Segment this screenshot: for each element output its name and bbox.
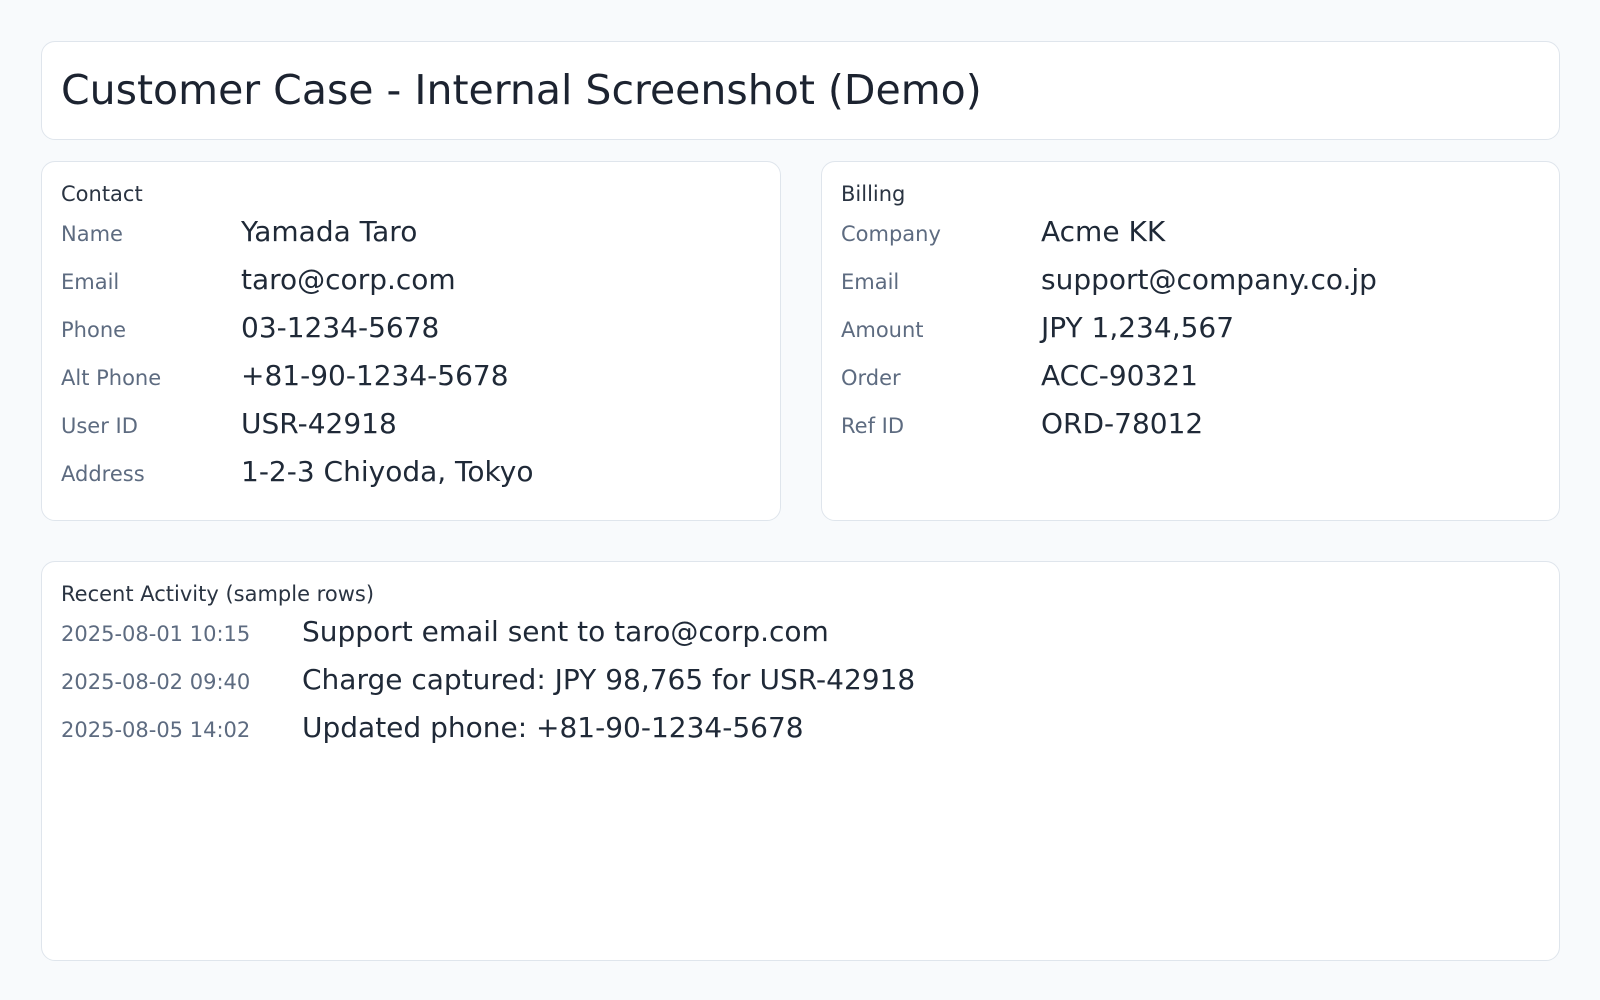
contact-phone-label: Phone [61,318,127,342]
contact-card: Contact Name Yamada Taro Email taro@corp… [41,161,781,521]
contact-name-label: Name [61,222,123,246]
page-title: Customer Case - Internal Screenshot (Dem… [61,66,982,114]
billing-ref-id-value: ORD-78012 [1041,407,1204,440]
contact-name-value: Yamada Taro [241,215,418,248]
contact-row-name: Name Yamada Taro [61,215,761,249]
contact-row-email: Email taro@corp.com [61,263,761,297]
activity-text: Support email sent to taro@corp.com [302,615,829,648]
activity-timestamp: 2025-08-02 09:40 [61,670,251,694]
billing-ref-id-label: Ref ID [841,414,904,438]
contact-phone-value: 03-1234-5678 [241,311,440,344]
billing-amount-value: JPY 1,234,567 [1041,311,1235,344]
contact-email-value: taro@corp.com [241,263,456,296]
activity-row: 2025-08-01 10:15 Support email sent to t… [61,615,1541,649]
activity-text: Charge captured: JPY 98,765 for USR-4291… [302,663,916,696]
billing-email-label: Email [841,270,900,294]
billing-order-label: Order [841,366,901,390]
billing-row-amount: Amount JPY 1,234,567 [841,311,1541,345]
activity-row: 2025-08-05 14:02 Updated phone: +81-90-1… [61,711,1541,745]
contact-row-phone: Phone 03-1234-5678 [61,311,761,345]
activity-text: Updated phone: +81-90-1234-5678 [302,711,804,744]
billing-row-ref-id: Ref ID ORD-78012 [841,407,1541,441]
activity-section-title: Recent Activity (sample rows) [61,582,375,606]
contact-alt-phone-value: +81-90-1234-5678 [241,359,509,392]
contact-row-address: Address 1-2-3 Chiyoda, Tokyo [61,455,761,489]
billing-company-label: Company [841,222,941,246]
activity-timestamp: 2025-08-01 10:15 [61,622,251,646]
contact-alt-phone-label: Alt Phone [61,366,162,390]
contact-email-label: Email [61,270,120,294]
contact-user-id-label: User ID [61,414,138,438]
billing-amount-label: Amount [841,318,924,342]
billing-company-value: Acme KK [1041,215,1166,248]
billing-row-company: Company Acme KK [841,215,1541,249]
billing-row-email: Email support@company.co.jp [841,263,1541,297]
header-card: Customer Case - Internal Screenshot (Dem… [41,41,1560,140]
billing-row-order: Order ACC-90321 [841,359,1541,393]
billing-order-value: ACC-90321 [1041,359,1198,392]
billing-card: Billing Company Acme KK Email support@co… [821,161,1560,521]
billing-email-value: support@company.co.jp [1041,263,1377,296]
billing-section-title: Billing [841,182,906,206]
contact-user-id-value: USR-42918 [241,407,397,440]
contact-section-title: Contact [61,182,143,206]
contact-address-value: 1-2-3 Chiyoda, Tokyo [241,455,534,488]
activity-row: 2025-08-02 09:40 Charge captured: JPY 98… [61,663,1541,697]
contact-address-label: Address [61,462,145,486]
activity-card: Recent Activity (sample rows) 2025-08-01… [41,561,1560,961]
activity-timestamp: 2025-08-05 14:02 [61,718,251,742]
contact-row-alt-phone: Alt Phone +81-90-1234-5678 [61,359,761,393]
contact-row-user-id: User ID USR-42918 [61,407,761,441]
